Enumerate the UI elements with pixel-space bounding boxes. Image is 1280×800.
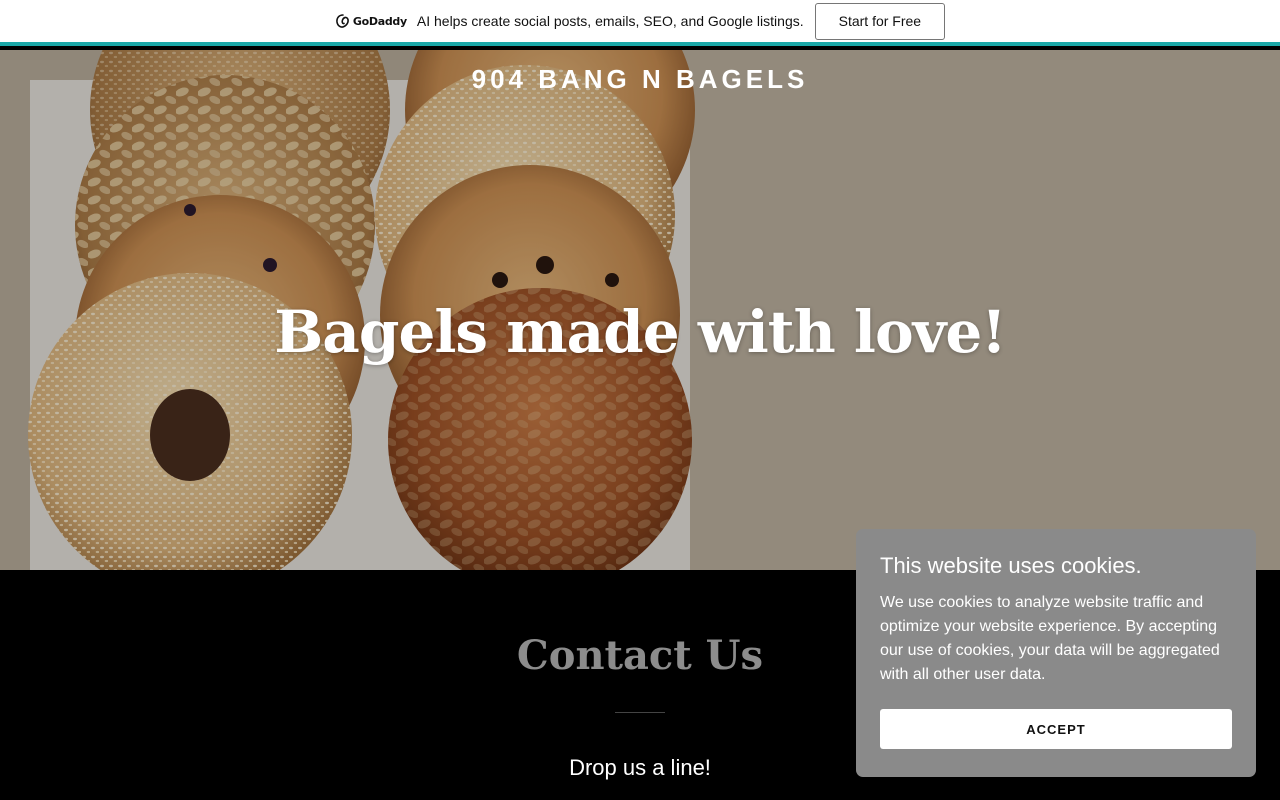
cookie-banner-body: We use cookies to analyze website traffi…	[880, 594, 1220, 683]
promo-bar: GoDaddy AI helps create social posts, em…	[0, 0, 1280, 46]
cookie-banner-title: This website uses cookies.	[880, 553, 1142, 578]
godaddy-icon	[336, 14, 349, 28]
cookie-banner: This website uses cookies. We use cookie…	[856, 529, 1256, 777]
godaddy-logo[interactable]: GoDaddy	[335, 13, 407, 29]
section-divider	[615, 712, 665, 713]
godaddy-logo-text: GoDaddy	[352, 14, 407, 28]
hero-heading: Bagels made with love!	[274, 298, 1006, 366]
accept-cookies-button[interactable]: ACCEPT	[880, 709, 1232, 749]
site-title[interactable]: 904 BANG N BAGELS	[0, 64, 1280, 95]
promo-message: AI helps create social posts, emails, SE…	[416, 13, 804, 29]
hero-section: 904 BANG N BAGELS Bagels made with love!	[0, 50, 1280, 570]
promo-content: GoDaddy AI helps create social posts, em…	[335, 0, 946, 44]
start-for-free-button[interactable]: Start for Free	[814, 2, 946, 40]
